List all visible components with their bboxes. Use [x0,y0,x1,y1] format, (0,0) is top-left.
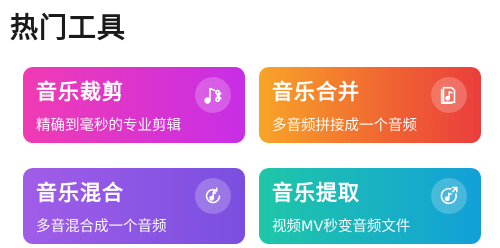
music-document-icon [431,77,467,113]
tool-card-subtitle: 多音频拼接成一个音频 [272,118,417,134]
music-extract-icon [431,178,467,214]
tool-card-title: 音乐提取 [272,181,360,205]
tool-card-subtitle: 视频MV秒变音频文件 [272,219,411,235]
tool-card-music-trim[interactable]: 音乐裁剪 精确到毫秒的专业剪辑 [23,67,245,143]
tool-card-title: 音乐合并 [272,80,360,104]
tool-card-music-mix[interactable]: 音乐混合 多音混合成一个音频 [23,168,245,244]
tool-card-music-merge[interactable]: 音乐合并 多音频拼接成一个音频 [259,67,481,143]
tool-card-title: 音乐混合 [36,181,124,205]
tool-card-subtitle: 多音混合成一个音频 [36,219,167,235]
music-scissors-icon [195,77,231,113]
section-title: 热门工具 [10,11,127,44]
tool-card-music-extract[interactable]: 音乐提取 视频MV秒变音频文件 [259,168,481,244]
music-mix-icon [195,178,231,214]
tool-card-subtitle: 精确到毫秒的专业剪辑 [36,118,181,134]
tool-card-title: 音乐裁剪 [36,80,124,104]
